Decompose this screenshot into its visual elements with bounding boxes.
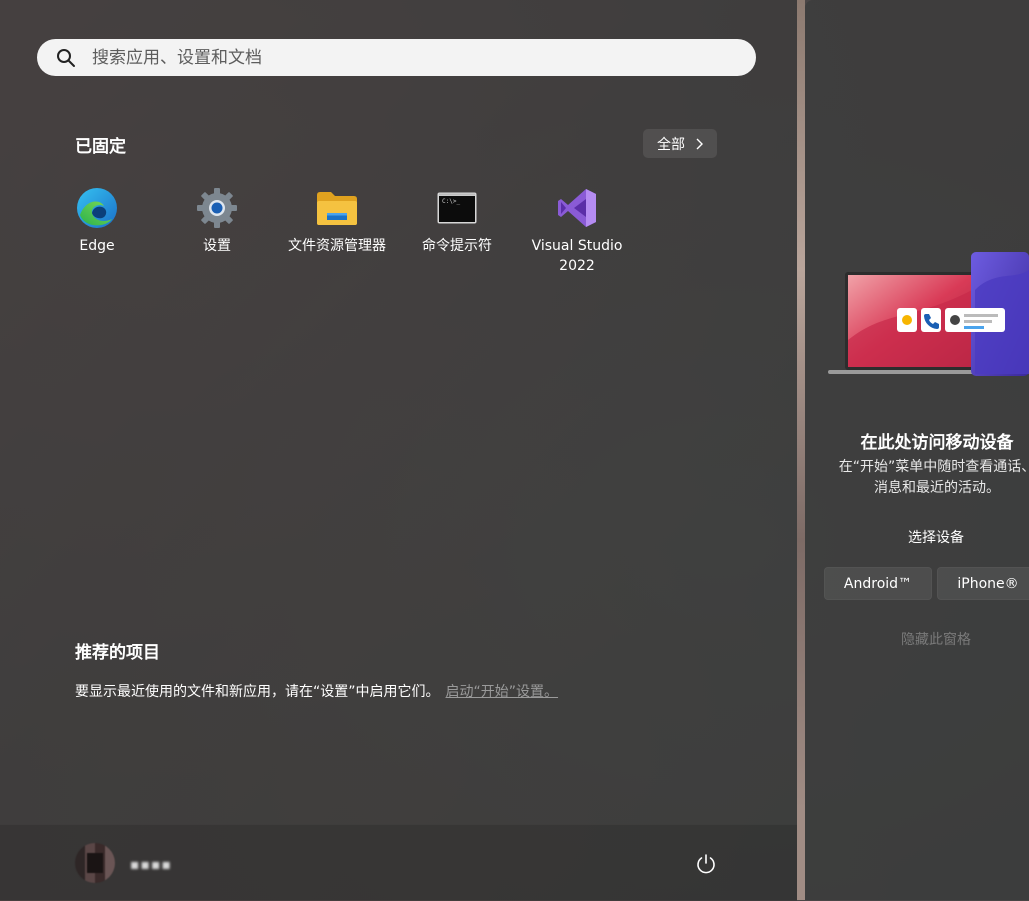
phone-link-panel: 在此处访问移动设备 在“开始”菜单中随时查看通话、 消息和最近的活动。 选择设备… (805, 0, 1029, 900)
wallpaper-gap (797, 0, 805, 900)
all-apps-button[interactable]: 全部 (643, 129, 717, 158)
svg-text:C:\>_: C:\>_ (442, 198, 460, 205)
pinned-section-title: 已固定 (75, 137, 126, 157)
phone-link-description-line2: 消息和最近的活动。 (874, 480, 1000, 496)
pinned-app-visual-studio[interactable]: Visual Studio 2022 (517, 186, 637, 276)
visual-studio-icon (555, 186, 599, 230)
pinned-app-file-explorer[interactable]: 文件资源管理器 (277, 186, 397, 276)
power-icon (697, 854, 715, 874)
search-icon (57, 48, 75, 67)
phone-link-description-line1: 在“开始”菜单中随时查看通话、 (838, 459, 1029, 475)
pinned-app-settings[interactable]: 设置 (157, 186, 277, 276)
phone-link-title: 在此处访问移动设备 (860, 433, 1014, 453)
recommended-text: 要显示最近使用的文件和新应用，请在“设置”中启用它们。 (75, 684, 440, 700)
app-label: 设置 (203, 238, 231, 254)
user-avatar[interactable] (75, 843, 115, 883)
hide-pane-button[interactable]: 隐藏此窗格 (805, 629, 1029, 649)
folder-icon (315, 186, 359, 230)
app-label: 文件资源管理器 (288, 238, 386, 254)
choose-device-label: 选择设备 (908, 530, 964, 546)
app-label: Visual Studio 2022 (531, 238, 623, 274)
phone-link-description: 在“开始”菜单中随时查看通话、 消息和最近的活动。 (805, 457, 1029, 499)
chevron-right-icon (696, 138, 703, 149)
edge-icon (75, 186, 119, 230)
all-apps-label: 全部 (657, 136, 685, 153)
settings-gear-icon (195, 186, 239, 230)
recommended-section-title: 推荐的项目 (75, 643, 160, 663)
recommended-message: 要显示最近使用的文件和新应用，请在“设置”中启用它们。 启动“开始”设置。 (75, 681, 558, 701)
search-input[interactable] (90, 46, 694, 69)
app-label: 命令提示符 (422, 238, 492, 254)
start-settings-link[interactable]: 启动“开始”设置。 (446, 684, 559, 700)
iphone-button[interactable]: iPhone® (937, 567, 1029, 600)
power-button[interactable] (693, 851, 719, 877)
phone-link-illustration (828, 252, 1029, 376)
android-button[interactable]: Android™ (824, 567, 932, 600)
search-box[interactable] (37, 39, 756, 76)
start-menu-panel: 已固定 全部 (0, 0, 797, 901)
pinned-app-edge[interactable]: Edge (37, 186, 157, 276)
user-name[interactable]: ▪▪▪▪ (130, 857, 172, 873)
pinned-apps-grid: Edge 设置 文件资源管理器 C:\>_ 命令提示符 Visual Studi… (37, 186, 637, 276)
app-label: Edge (79, 238, 115, 254)
terminal-icon: C:\>_ (435, 186, 479, 230)
pinned-app-command-prompt[interactable]: C:\>_ 命令提示符 (397, 186, 517, 276)
start-footer: ▪▪▪▪ (0, 824, 797, 901)
